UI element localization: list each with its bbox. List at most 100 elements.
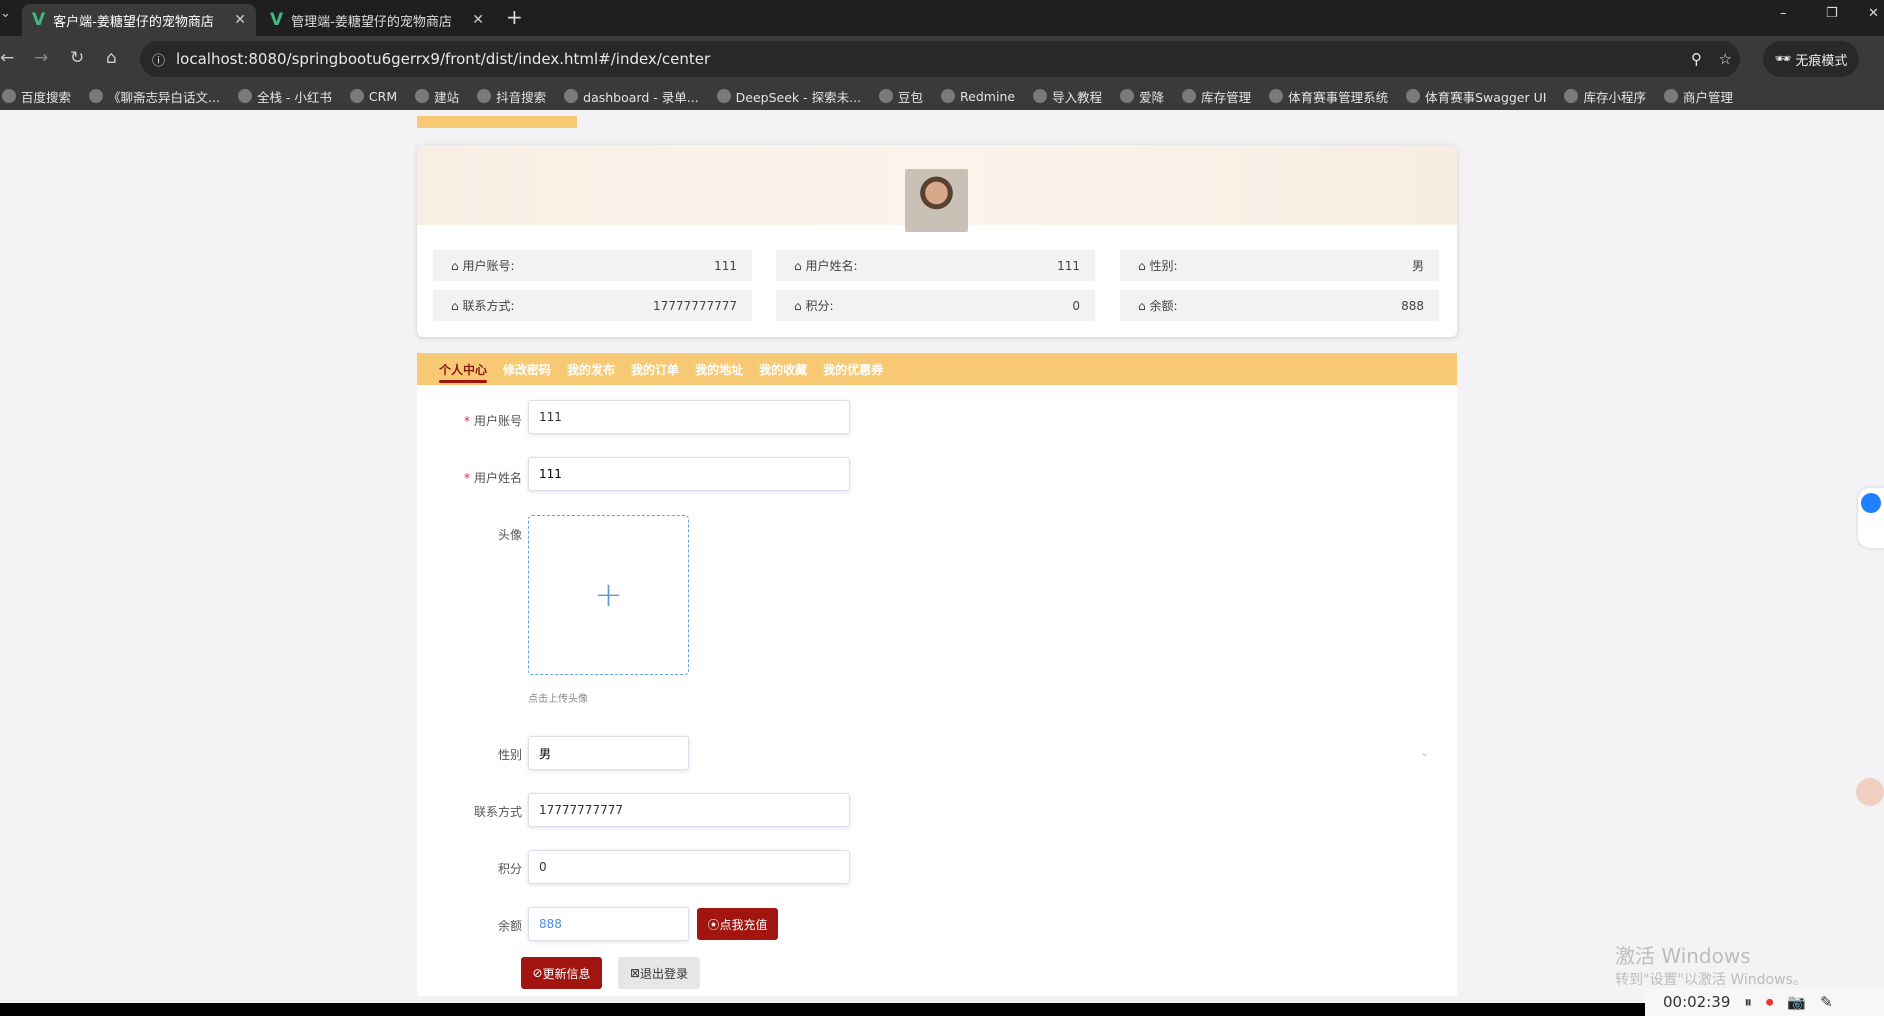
bookmark-item[interactable]: 全栈 - 小红书 xyxy=(237,87,332,106)
side-widget[interactable] xyxy=(1858,488,1884,548)
menu-tab[interactable]: 我的收藏 xyxy=(759,353,807,385)
bookmark-label: 全栈 - 小红书 xyxy=(256,89,332,105)
profile-info-item: ⌂ 用户账号: 111 xyxy=(433,250,752,281)
pencil-icon[interactable]: ✎ xyxy=(1820,993,1833,1011)
logout-button[interactable]: ⊠ 退出登录 xyxy=(618,957,700,989)
close-icon[interactable]: ✕ xyxy=(472,12,484,28)
info-icon: ⓘ xyxy=(152,53,166,69)
bookmark-label: DeepSeek - 探索未... xyxy=(735,89,862,105)
assistant-avatar-icon[interactable] xyxy=(1856,778,1884,806)
bookmark-label: 百度搜索 xyxy=(21,89,72,105)
bookmark-icon xyxy=(716,89,731,103)
menu-tab[interactable]: 个人中心 xyxy=(439,353,488,385)
update-button[interactable]: ⊘ 更新信息 xyxy=(521,957,602,989)
profile-card: ⌂ 用户账号: 111 ⌂ 用户姓名: 111 ⌂ 性别: 男 ⌂ 联系方式: 1777777… xyxy=(417,145,1457,337)
close-icon[interactable]: ✕ xyxy=(234,12,246,28)
info-label: 性别: xyxy=(1149,259,1178,273)
bookmark-label: 爱降 xyxy=(1139,89,1165,105)
bookmark-icon xyxy=(2,89,16,103)
address-row: ← → ↻ ⌂ ⓘ localhost:8080/springbootu6gerr… xyxy=(0,36,1884,82)
points-input[interactable]: 0 xyxy=(528,850,850,884)
balance-input[interactable]: 888 xyxy=(528,907,689,941)
home-icon[interactable]: ⌂ xyxy=(106,48,117,68)
account-input[interactable]: 111 xyxy=(528,400,850,434)
bookmark-icon xyxy=(879,89,894,103)
stop-icon[interactable]: ⏺ xyxy=(1766,993,1774,1011)
bookmark-item[interactable]: 库存管理 xyxy=(1182,87,1251,106)
browser-tab-bar: ⌄ V 客户端-姜糖望仔的宠物商店 ✕ V 管理端-姜糖望仔的宠物商店 ✕ + – ❐ … xyxy=(0,0,1884,36)
decorative-bar xyxy=(417,116,577,128)
bookmark-item[interactable]: 商户管理 xyxy=(1663,87,1733,106)
incognito-label: 无痕模式 xyxy=(1795,53,1848,69)
menu-tab[interactable]: 我的订单 xyxy=(631,353,679,385)
gender-label: 性别 xyxy=(497,748,522,762)
tab-admin[interactable]: V 管理端-姜糖望仔的宠物商店 ✕ xyxy=(260,4,494,36)
back-icon[interactable]: ← xyxy=(0,48,14,68)
bookmark-item[interactable]: 抖音搜索 xyxy=(477,87,546,106)
bookmark-item[interactable]: 导入教程 xyxy=(1033,87,1102,106)
bookmark-icon xyxy=(415,89,430,103)
bookmark-icon xyxy=(564,89,579,103)
camera-icon[interactable]: 📷 xyxy=(1787,993,1806,1011)
minimize-button[interactable]: – xyxy=(1780,6,1787,21)
avatar-hint: 点击上传头像 xyxy=(528,694,588,705)
tab-client[interactable]: V 客户端-姜糖望仔的宠物商店 ✕ xyxy=(22,4,256,36)
bookmark-item[interactable]: 百度搜索 xyxy=(2,87,71,106)
menu-tab[interactable]: 我的发布 xyxy=(567,353,615,385)
bookmark-item[interactable]: Redmine xyxy=(941,89,1015,104)
phone-input[interactable]: 17777777777 xyxy=(528,793,850,827)
bookmark-icon xyxy=(1406,89,1421,103)
home-icon: ⌂ xyxy=(1138,298,1150,313)
star-icon[interactable]: ☆ xyxy=(1719,50,1732,68)
tab-search-icon[interactable]: ⌄ xyxy=(0,6,14,21)
bookmark-icon xyxy=(1269,89,1284,103)
bookmark-item[interactable]: 豆包 xyxy=(879,87,923,106)
bookmark-item[interactable]: DeepSeek - 探索未... xyxy=(716,87,862,106)
bookmark-label: 体育赛事Swagger UI xyxy=(1425,89,1547,105)
url-text: localhost:8080/springbootu6gerrx9/front/… xyxy=(176,50,711,68)
home-icon: ⌂ xyxy=(451,298,463,313)
menu-tab[interactable]: 修改密码 xyxy=(503,353,551,385)
bookmark-icon xyxy=(1033,89,1048,103)
home-icon: ⌂ xyxy=(451,258,463,273)
reload-icon[interactable]: ↻ xyxy=(70,48,84,68)
bookmark-item[interactable]: 体育赛事管理系统 xyxy=(1269,87,1388,106)
name-input[interactable]: 111 xyxy=(528,457,850,491)
bookmark-item[interactable]: 库存小程序 xyxy=(1564,87,1646,106)
incognito-icon: 🕶 xyxy=(1774,51,1796,67)
windows-watermark: 激活 Windows 转到"设置"以激活 Windows。 xyxy=(1615,940,1807,989)
avatar-upload[interactable]: + xyxy=(528,515,689,675)
zoom-icon[interactable]: ⚲ xyxy=(1691,50,1702,68)
incognito-badge[interactable]: 🕶 无痕模式 xyxy=(1763,41,1859,77)
info-value: 17777777777 xyxy=(653,298,737,313)
new-tab-button[interactable]: + xyxy=(506,5,523,29)
bookmark-icon xyxy=(1564,89,1579,103)
recharge-button[interactable]: ⦿ 点我充值 xyxy=(697,908,778,940)
bookmark-item[interactable]: dashboard - 录单... xyxy=(564,87,699,106)
bookmark-icon xyxy=(1663,89,1678,103)
bookmark-item[interactable]: 爱降 xyxy=(1120,87,1164,106)
bookmark-icon xyxy=(1182,89,1197,103)
pause-icon[interactable]: ⏸ xyxy=(1744,993,1752,1011)
home-icon: ⌂ xyxy=(794,298,806,313)
bookmarks-bar: 百度搜索 《聊斋志异白话文... 全栈 - 小红书 CRM 建站 抖音搜索 dashboar… xyxy=(0,82,1884,110)
menu-tab[interactable]: 我的优惠券 xyxy=(823,353,883,385)
bookmark-icon xyxy=(349,89,364,103)
chevron-down-icon[interactable]: ⌄ xyxy=(1420,746,1429,759)
info-label: 余额: xyxy=(1149,299,1178,313)
bookmark-item[interactable]: CRM xyxy=(349,89,397,104)
avatar-label: 头像 xyxy=(497,528,522,542)
bookmark-item[interactable]: 建站 xyxy=(415,87,459,106)
forward-icon[interactable]: → xyxy=(34,48,48,68)
restore-button[interactable]: ❐ xyxy=(1826,6,1838,21)
menu-tab[interactable]: 我的地址 xyxy=(695,353,743,385)
bookmark-label: 库存管理 xyxy=(1201,89,1252,105)
bookmark-item[interactable]: 体育赛事Swagger UI xyxy=(1406,87,1546,106)
gender-select[interactable]: 男 xyxy=(528,736,689,770)
avatar xyxy=(905,169,968,232)
url-input[interactable]: ⓘ localhost:8080/springbootu6gerrx9/front… xyxy=(140,41,1740,77)
window-close-button[interactable]: ✕ xyxy=(1868,6,1879,21)
watermark-subtitle: 转到"设置"以激活 Windows。 xyxy=(1615,972,1807,988)
bookmark-item[interactable]: 《聊斋志异白话文... xyxy=(89,87,220,106)
account-label: * 用户账号 xyxy=(463,414,522,428)
